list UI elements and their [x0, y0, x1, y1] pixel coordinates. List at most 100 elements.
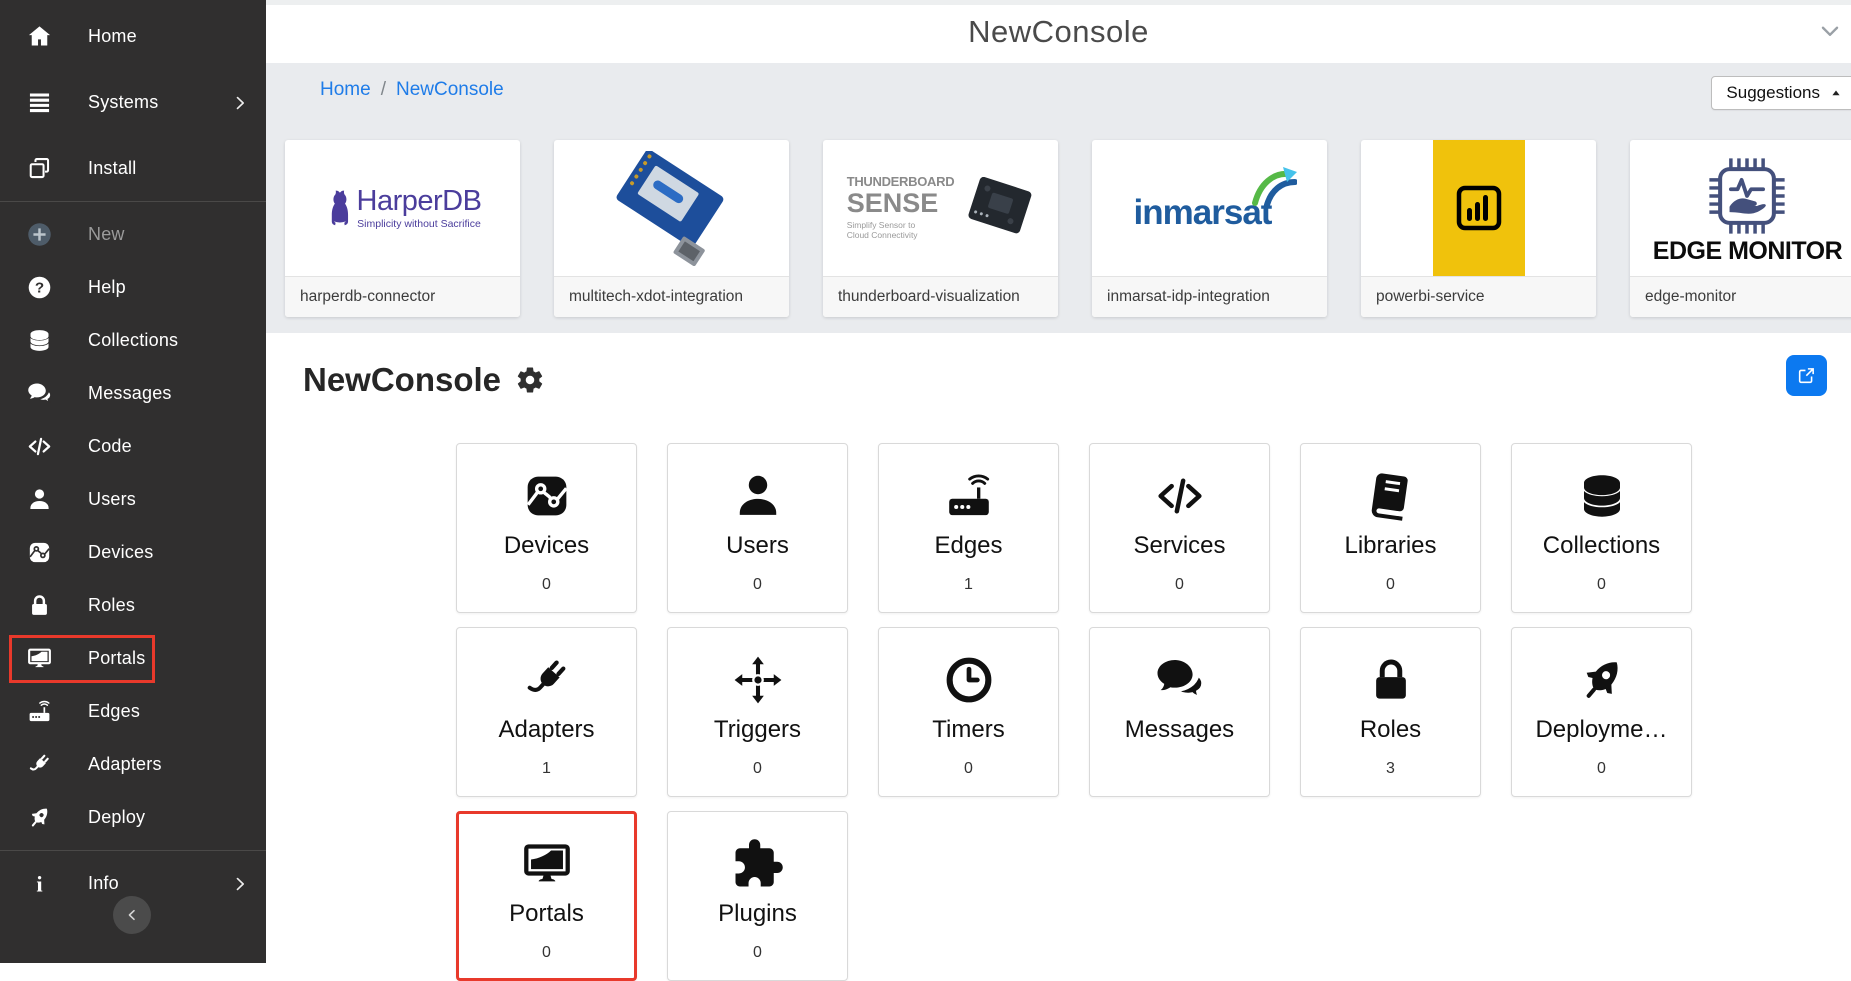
- sidebar-item-roles[interactable]: Roles: [0, 579, 266, 632]
- tile-edges[interactable]: Edges 1: [878, 443, 1059, 613]
- tile-services[interactable]: Services 0: [1089, 443, 1270, 613]
- tile-timers[interactable]: Timers 0: [878, 627, 1059, 797]
- database-icon: [24, 327, 54, 354]
- code-icon: [24, 433, 54, 460]
- open-portal-button[interactable]: [1786, 355, 1827, 396]
- sidebar-item-users[interactable]: Users: [0, 473, 266, 526]
- inmarsat-logo: inmarsat: [1092, 140, 1327, 276]
- tile-label: Collections: [1543, 532, 1660, 560]
- sidebar-item-home[interactable]: Home: [0, 10, 266, 63]
- tile-label: Plugins: [718, 900, 797, 928]
- suggestion-card-inmarsat[interactable]: inmarsat inmarsat-idp-integration: [1092, 140, 1327, 317]
- sidebar-item-portals[interactable]: Portals: [0, 632, 266, 685]
- harperdb-tagline: Simplicity without Sacrifice: [357, 218, 482, 230]
- info-icon: [24, 870, 54, 897]
- sidebar-item-label: Roles: [88, 595, 135, 616]
- lock-icon: [1364, 653, 1418, 707]
- thunderboard-board-image: [964, 177, 1034, 239]
- home-icon: [24, 23, 54, 50]
- sidebar-collapse-button[interactable]: [113, 896, 151, 934]
- sidebar-item-label: Help: [88, 277, 126, 298]
- user-icon: [731, 469, 785, 523]
- suggestions-label: Suggestions: [1726, 83, 1820, 103]
- settings-gear-icon[interactable]: [515, 365, 545, 395]
- suggestion-card-multitech[interactable]: multitech-xdot-integration: [554, 140, 789, 317]
- device-icon: [24, 539, 54, 566]
- tile-label: Devices: [504, 532, 589, 560]
- tile-portals[interactable]: Portals 0: [456, 811, 637, 981]
- sidebar-item-adapters[interactable]: Adapters: [0, 738, 266, 791]
- sidebar-item-new[interactable]: New: [0, 208, 266, 261]
- sidebar-item-label: Code: [88, 436, 132, 457]
- tile-count: 0: [542, 944, 551, 962]
- tile-devices[interactable]: Devices 0: [456, 443, 637, 613]
- edge-monitor-logo: EDGE MONITOR: [1630, 140, 1851, 276]
- sidebar-item-deploy[interactable]: Deploy: [0, 791, 266, 844]
- sidebar-item-systems[interactable]: Systems: [0, 76, 266, 129]
- multitech-board-image: [554, 140, 789, 276]
- thunderboard-tagline2: Cloud Connectivity: [847, 230, 955, 240]
- breadcrumb-home-link[interactable]: Home: [320, 79, 371, 101]
- breadcrumb-newconsole-link[interactable]: NewConsole: [396, 79, 504, 101]
- tile-count: 3: [1386, 760, 1395, 778]
- suggestions-button[interactable]: Suggestions: [1711, 76, 1851, 110]
- rocket-icon: [1575, 653, 1629, 707]
- inmarsat-swoosh-icon: [1251, 167, 1297, 207]
- tile-adapters[interactable]: Adapters 1: [456, 627, 637, 797]
- suggestion-card-powerbi[interactable]: powerbi-service: [1361, 140, 1596, 317]
- powerbi-logo: [1361, 140, 1596, 276]
- sidebar-item-label: Devices: [88, 542, 153, 563]
- content-area: NewConsole Home / NewConsole Suggestions…: [266, 0, 1851, 963]
- user-icon: [24, 486, 54, 513]
- tile-label: Triggers: [714, 716, 801, 744]
- clock-icon: [942, 653, 996, 707]
- tile-deployments[interactable]: Deployme… 0: [1511, 627, 1692, 797]
- install-icon: [24, 155, 54, 182]
- sidebar-item-messages[interactable]: Messages: [0, 367, 266, 420]
- sidebar-item-label: Install: [88, 158, 136, 179]
- sidebar-item-install[interactable]: Install: [0, 142, 266, 195]
- tile-libraries[interactable]: Libraries 0: [1300, 443, 1481, 613]
- tile-count: 0: [753, 576, 762, 594]
- tile-count: 0: [753, 944, 762, 962]
- chevron-down-icon: [1817, 18, 1843, 44]
- suggestion-cards: HarperDB Simplicity without Sacrifice ha…: [285, 140, 1851, 317]
- tile-count: 0: [542, 576, 551, 594]
- sidebar-item-edges[interactable]: Edges: [0, 685, 266, 738]
- sidebar-item-help[interactable]: Help: [0, 261, 266, 314]
- sidebar-item-collections[interactable]: Collections: [0, 314, 266, 367]
- suggestion-card-harperdb[interactable]: HarperDB Simplicity without Sacrifice ha…: [285, 140, 520, 317]
- tile-count: 0: [1597, 576, 1606, 594]
- plug-icon: [520, 653, 574, 707]
- code-icon: [1153, 469, 1207, 523]
- open-in-new-icon: [1796, 365, 1817, 386]
- chat-icon: [1153, 653, 1207, 707]
- tile-triggers[interactable]: Triggers 0: [667, 627, 848, 797]
- suggestion-card-thunderboard[interactable]: THUNDERBOARD SENSE Simplify Sensor to Cl…: [823, 140, 1058, 317]
- router-icon: [942, 469, 996, 523]
- sidebar-item-label: Deploy: [88, 807, 145, 828]
- chevron-right-icon: [230, 93, 250, 113]
- sidebar-item-label: Edges: [88, 701, 140, 722]
- sidebar: Home Systems Install New Help Collection…: [0, 0, 266, 963]
- thunderboard-line2: SENSE: [847, 189, 955, 217]
- sidebar-item-devices[interactable]: Devices: [0, 526, 266, 579]
- header-collapse-button[interactable]: [1817, 18, 1843, 47]
- sidebar-item-label: Systems: [88, 92, 158, 113]
- tile-count: 1: [964, 576, 973, 594]
- tile-collections[interactable]: Collections 0: [1511, 443, 1692, 613]
- suggestion-card-edge-monitor[interactable]: EDGE MONITOR edge-monitor: [1630, 140, 1851, 317]
- suggestions-band: Home / NewConsole Suggestions HarperDB S…: [266, 63, 1851, 333]
- sidebar-item-label: Info: [88, 873, 119, 894]
- tile-plugins[interactable]: Plugins 0: [667, 811, 848, 981]
- tile-label: Roles: [1360, 716, 1421, 744]
- app-header: NewConsole: [266, 5, 1851, 58]
- tile-messages[interactable]: Messages: [1089, 627, 1270, 797]
- sidebar-item-label: Home: [88, 26, 137, 47]
- sidebar-item-code[interactable]: Code: [0, 420, 266, 473]
- tile-roles[interactable]: Roles 3: [1300, 627, 1481, 797]
- system-overview: NewConsole Devices 0 Users 0 Edges 1: [266, 333, 1851, 963]
- tile-users[interactable]: Users 0: [667, 443, 848, 613]
- lock-icon: [24, 592, 54, 619]
- monitor-icon: [520, 837, 574, 891]
